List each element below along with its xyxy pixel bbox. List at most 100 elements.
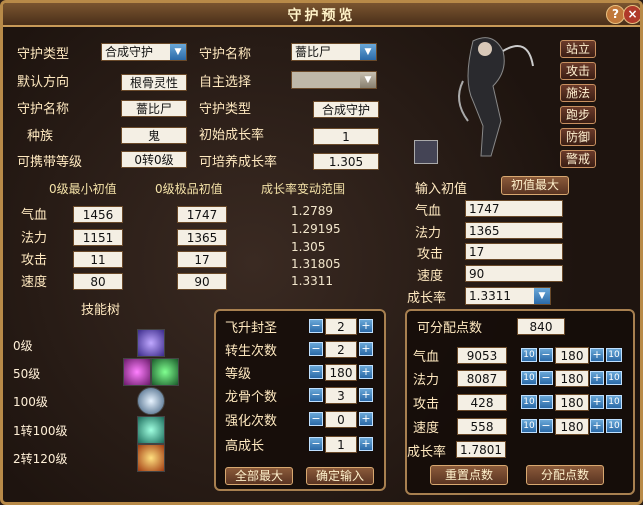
action-defend-button[interactable]: 防御 [560, 128, 596, 146]
plus-button[interactable]: + [359, 412, 373, 426]
reset-points-button[interactable]: 重置点数 [430, 465, 508, 485]
close-button[interactable]: × [623, 5, 640, 24]
action-attack-button[interactable]: 攻击 [560, 62, 596, 80]
points-alloc-field[interactable]: 180 [555, 370, 589, 387]
plus-button[interactable]: + [590, 348, 604, 362]
auto-select-label: 自主选择 [199, 75, 252, 90]
action-alert-button[interactable]: 警戒 [560, 150, 596, 168]
minus-button[interactable]: − [309, 412, 323, 426]
points-growth-value: 1.7801 [456, 441, 506, 458]
type2-label: 守护类型 [199, 102, 252, 117]
input-spd-field[interactable]: 90 [465, 265, 563, 282]
type-select[interactable]: 合成守护 ▼ [101, 43, 187, 61]
stat-min-hp: 1456 [73, 206, 123, 223]
skill-icon-green[interactable] [151, 358, 179, 386]
stat-range-extra: 1.3311 [291, 274, 333, 288]
default-direction-value: 根骨灵性 [121, 74, 187, 91]
all-max-button[interactable]: 全部最大 [225, 467, 293, 485]
auto-select-dropdown[interactable]: ▼ [291, 71, 377, 89]
guardian-portrait-icon[interactable] [414, 140, 438, 164]
points-row-value: 428 [457, 394, 507, 411]
mid-row-label: 龙骨个数 [225, 390, 278, 405]
mid-row-value[interactable]: 2 [325, 318, 357, 335]
minus-ten-button[interactable]: 10 [521, 348, 537, 362]
stat-label-hp: 气血 [21, 208, 48, 223]
skill-level-100: 100级 [13, 395, 48, 409]
skill-icon-teal-crystal[interactable] [137, 416, 165, 444]
name2-label: 守护名称 [17, 102, 70, 117]
minus-ten-button[interactable]: 10 [521, 371, 537, 385]
assign-points-button[interactable]: 分配点数 [526, 465, 604, 485]
mid-row-value[interactable]: 1 [325, 436, 357, 453]
init-growth-label: 初始成长率 [199, 128, 265, 143]
action-run-button[interactable]: 跑步 [560, 106, 596, 124]
action-cast-button[interactable]: 施法 [560, 84, 596, 102]
points-alloc-field[interactable]: 180 [555, 418, 589, 435]
growth-select[interactable]: 1.3311 ▼ [465, 287, 551, 305]
input-label-spd: 速度 [417, 269, 444, 284]
name2-value: 薔比尸 [121, 100, 187, 117]
plus-button[interactable]: + [590, 419, 604, 433]
mid-row-value[interactable]: 180 [325, 364, 357, 381]
stat-label-mp: 法力 [21, 231, 48, 246]
input-mp-field[interactable]: 1365 [465, 222, 563, 239]
points-alloc-field[interactable]: 180 [555, 394, 589, 411]
plus-button[interactable]: + [359, 437, 373, 451]
plus-button[interactable]: + [590, 395, 604, 409]
chevron-down-icon: ▼ [360, 44, 376, 60]
name-select[interactable]: 薔比尸 ▼ [291, 43, 377, 61]
plus-ten-button[interactable]: 10 [606, 395, 622, 409]
minus-button[interactable]: − [309, 319, 323, 333]
skill-tree-label: 技能树 [81, 303, 121, 318]
mid-row-value[interactable]: 3 [325, 387, 357, 404]
init-growth-value: 1 [313, 128, 379, 145]
points-row-label: 气血 [413, 350, 440, 365]
plus-ten-button[interactable]: 10 [606, 419, 622, 433]
mid-row-label: 强化次数 [225, 414, 278, 429]
action-stand-button[interactable]: 站立 [560, 40, 596, 58]
plus-ten-button[interactable]: 10 [606, 348, 622, 362]
skill-icon-pink[interactable] [123, 358, 151, 386]
skill-icon-purple-beast[interactable] [137, 329, 165, 357]
init-max-button[interactable]: 初值最大 [501, 176, 569, 195]
plus-button[interactable]: + [359, 319, 373, 333]
minus-button[interactable]: − [309, 437, 323, 451]
input-hp-field[interactable]: 1747 [465, 200, 563, 217]
plus-ten-button[interactable]: 10 [606, 371, 622, 385]
points-row-value: 558 [457, 418, 507, 435]
plus-button[interactable]: + [359, 365, 373, 379]
input-init-label: 输入初值 [415, 182, 468, 197]
name-label: 守护名称 [199, 47, 252, 62]
skill-level-2t120: 2转120级 [13, 452, 68, 466]
points-row-label: 攻击 [413, 397, 440, 412]
skill-level-0: 0级 [13, 339, 33, 353]
plus-button[interactable]: + [359, 388, 373, 402]
input-label-mp: 法力 [415, 226, 442, 241]
confirm-input-button[interactable]: 确定输入 [306, 467, 374, 485]
type2-value: 合成守护 [313, 101, 379, 118]
stat-min-atk: 11 [73, 251, 123, 268]
skill-icon-silver-ring[interactable] [137, 387, 165, 415]
minus-button[interactable]: − [309, 365, 323, 379]
points-alloc-field[interactable]: 180 [555, 347, 589, 364]
minus-button[interactable]: − [539, 395, 553, 409]
skill-icon-fire-phoenix[interactable] [137, 444, 165, 472]
mid-row-label: 等级 [225, 367, 252, 382]
stat-max-hp: 1747 [177, 206, 227, 223]
plus-button[interactable]: + [359, 342, 373, 356]
minus-button[interactable]: − [539, 371, 553, 385]
mid-row-value[interactable]: 2 [325, 341, 357, 358]
minus-button[interactable]: − [539, 348, 553, 362]
minus-ten-button[interactable]: 10 [521, 419, 537, 433]
stat-range-mp: 1.29195 [291, 222, 341, 236]
minus-button[interactable]: − [309, 342, 323, 356]
minus-button[interactable]: − [539, 419, 553, 433]
input-atk-field[interactable]: 17 [465, 243, 563, 260]
mid-row-value[interactable]: 0 [325, 411, 357, 428]
minus-ten-button[interactable]: 10 [521, 395, 537, 409]
minus-button[interactable]: − [309, 388, 323, 402]
mid-row-label: 高成长 [225, 439, 265, 454]
plus-button[interactable]: + [590, 371, 604, 385]
max-init-header: 0级极品初值 [155, 182, 223, 196]
stat-range-atk: 1.305 [291, 240, 326, 254]
